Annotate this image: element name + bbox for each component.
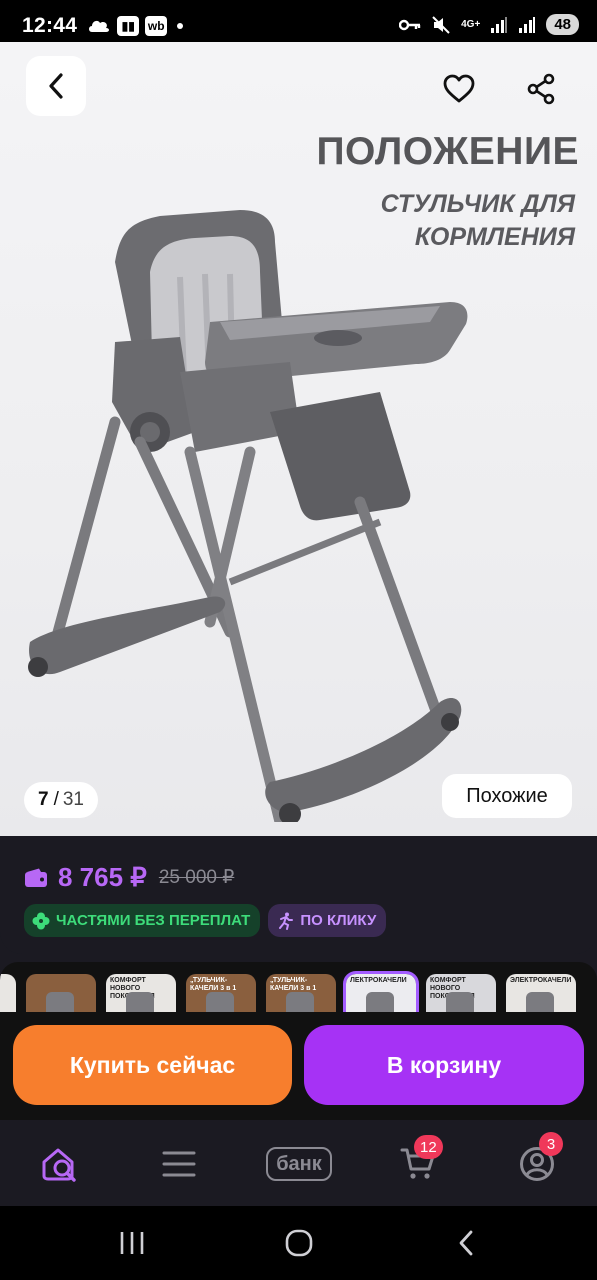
action-bar: Купить сейчас В корзину [0,1012,597,1120]
price-row: 8 765 ₽ 25 000 ₽ [24,862,234,893]
product-gallery[interactable]: ПОЛОЖЕНИЕ СТУЛЬЧИК ДЛЯ КОРМЛЕНИЯ 7 / 31 … [0,42,597,836]
nav-bank[interactable]: банк [258,1140,340,1188]
share-icon [527,73,555,105]
buy-now-button[interactable]: Купить сейчас [13,1025,292,1105]
thumbnail-caption: „ТУЛЬЧИК-КАЧЕЛИ 3 в 1 [270,977,317,992]
add-to-cart-button[interactable]: В корзину [304,1025,584,1105]
promo-title: ПОЛОЖЕНИЕ [316,130,579,173]
network-type: 4G+ [461,18,481,30]
image-counter: 7 / 31 [24,782,98,818]
clover-icon [32,912,50,929]
image-counter-total: 31 [62,789,84,810]
wb-icon: wb [145,16,168,36]
status-time: 12:44 [22,14,78,37]
product-page: 12:44 ▮▮ wb 4G+ 48 ПОЛОЖЕНИЕ СТУЛЬЧИК ДЛ… [0,0,597,1280]
high-chair-image [28,210,468,822]
thumbnail-caption: ЭЛЕКТРОКАЧЕЛИ [510,977,572,984]
image-counter-current: 7 [38,789,49,810]
system-back-button[interactable] [446,1226,486,1260]
status-notification-icons: ▮▮ wb [87,16,184,36]
nav-profile[interactable]: 3 [513,1132,563,1188]
recent-apps-button[interactable] [112,1226,152,1260]
signal-icon [491,16,508,33]
battery-level: 48 [546,14,579,35]
heart-icon [443,74,475,103]
mute-icon [432,15,450,34]
nav-cart[interactable]: 12 [394,1135,443,1188]
menu-icon [162,1151,196,1177]
signal-icon-2 [519,16,536,33]
more-notifications-dot [177,23,184,29]
bank-label: банк [266,1147,332,1181]
installment-badge[interactable]: ЧАСТЯМИ БЕЗ ПЕРЕПЛАТ [24,904,261,937]
wallet-icon [25,868,47,887]
thumbnail-caption: „ТУЛЬЧИК-КАЧЕЛИ 3 в 1 [190,977,237,992]
current-price: 8 765 ₽ [58,862,147,892]
profile-count-badge: 3 [539,1132,563,1156]
running-man-icon [279,912,294,930]
click-badge-label: ПО КЛИКУ [300,912,377,929]
system-nav-bar [0,1206,597,1280]
cloud-icon [89,20,110,32]
nav-home[interactable] [36,1140,84,1188]
home-circle-icon [285,1229,313,1257]
cart-count-badge: 12 [414,1135,443,1159]
bottom-nav: банк 12 3 [0,1120,597,1206]
nav-catalog[interactable] [155,1140,203,1188]
wb-tab-icon: ▮▮ [117,16,140,36]
favorite-button[interactable] [434,64,484,114]
installment-badge-label: ЧАСТЯМИ БЕЗ ПЕРЕПЛАТ [56,912,251,929]
back-button[interactable] [26,56,86,116]
chevron-left-icon [49,73,63,99]
similar-button[interactable]: Похожие [442,774,572,818]
image-counter-separator: / [53,789,59,810]
price-card: 8 765 ₽ 25 000 ₽ ЧАСТЯМИ БЕЗ ПЕРЕПЛАТ ПО… [0,836,597,954]
share-button[interactable] [516,64,566,114]
home-search-icon [42,1148,76,1182]
key-icon [399,19,421,30]
thumbnail-caption: ЛЕКТРОКАЧЕЛИ [350,977,407,984]
status-right: 4G+ 48 [399,14,579,35]
home-button[interactable] [279,1226,319,1260]
old-price: 25 000 ₽ [158,867,235,888]
back-arrow-icon [459,1230,473,1256]
recent-apps-icon [120,1232,144,1254]
price-badges: ЧАСТЯМИ БЕЗ ПЕРЕПЛАТ ПО КЛИКУ [24,904,387,937]
click-badge[interactable]: ПО КЛИКУ [268,904,387,937]
